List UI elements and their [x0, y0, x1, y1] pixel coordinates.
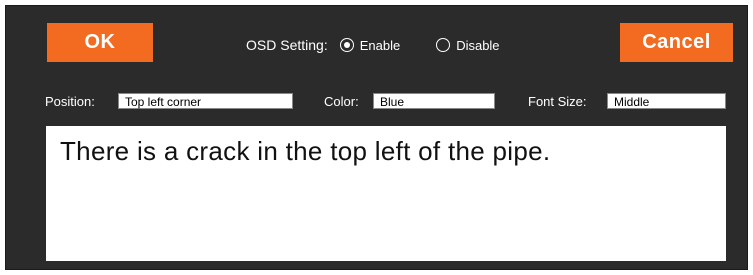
osd-setting-group: OSD Setting: Enable Disable [246, 36, 500, 54]
ok-button[interactable]: OK [47, 23, 153, 62]
radio-enable-label: Enable [359, 37, 401, 53]
osd-setting-label: OSD Setting: [246, 37, 328, 53]
radio-enable[interactable]: Enable [339, 37, 401, 53]
cancel-button[interactable]: Cancel [620, 23, 733, 62]
radio-disable[interactable]: Disable [436, 37, 500, 53]
position-label: Position: [45, 94, 95, 109]
font-size-field[interactable]: Middle [607, 93, 726, 109]
position-field[interactable]: Top left corner [118, 93, 293, 109]
radio-unselected-icon [436, 38, 451, 52]
radio-dot-icon [343, 42, 350, 48]
osd-text-area[interactable]: There is a crack in the top left of the … [46, 126, 726, 261]
osd-fields-row: Position: Top left corner Color: Blue Fo… [6, 92, 747, 112]
osd-settings-panel: OK OSD Setting: Enable Disable Cancel Po… [5, 5, 748, 270]
font-size-label: Font Size: [528, 94, 587, 109]
color-label: Color: [324, 94, 359, 109]
radio-selected-icon [339, 38, 354, 52]
color-field[interactable]: Blue [373, 93, 495, 109]
radio-disable-label: Disable [456, 37, 500, 53]
